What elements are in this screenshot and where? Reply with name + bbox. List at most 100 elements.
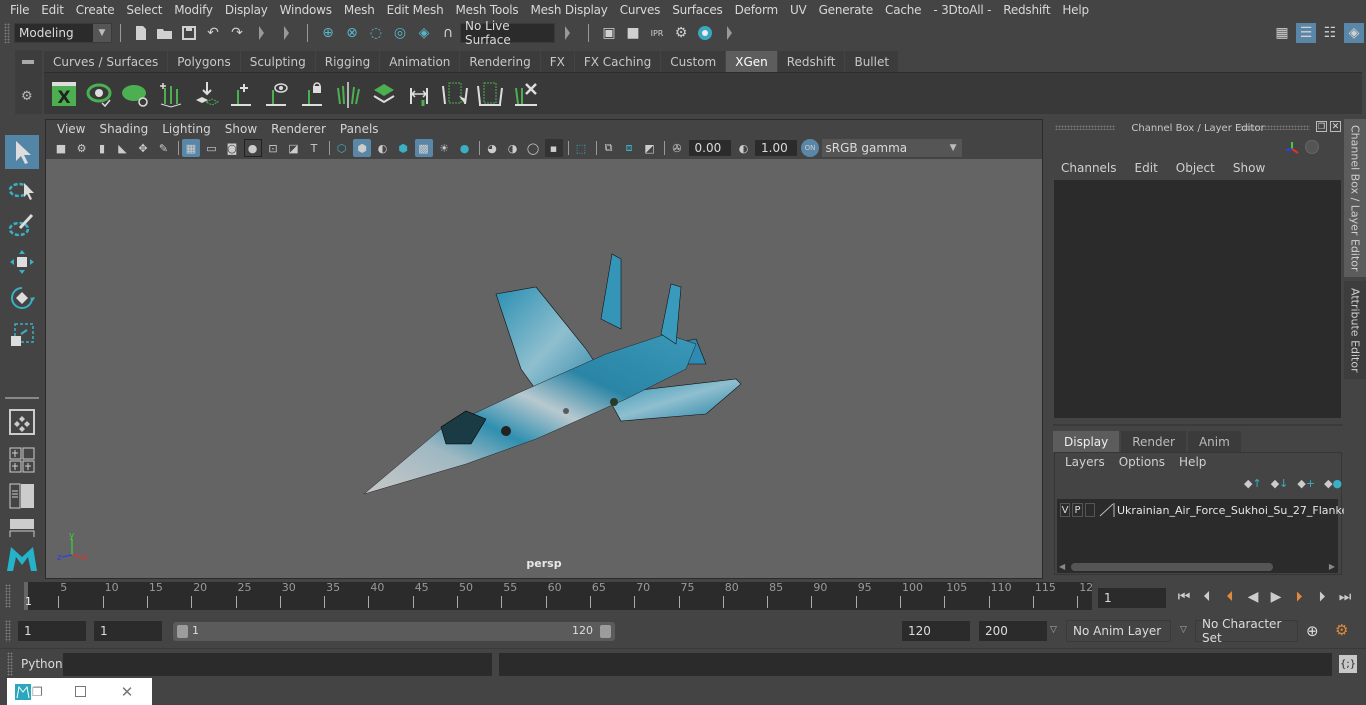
menu-mesh-display[interactable]: Mesh Display	[524, 3, 613, 17]
command-language-toggle[interactable]: Python	[21, 657, 63, 671]
scrollbar-thumb[interactable]	[1071, 563, 1273, 571]
modeling-toolkit-icon[interactable]: ▦	[1272, 23, 1292, 43]
xray-joints-icon[interactable]: ◩	[641, 139, 659, 157]
shelf-tab-animation[interactable]: Animation	[380, 51, 461, 72]
current-frame-field[interactable]: 1	[1098, 588, 1166, 608]
channel-box-list[interactable]	[1054, 180, 1341, 418]
step-back-key-icon[interactable]: ⏴	[1220, 587, 1240, 607]
menu-modify[interactable]: Modify	[168, 3, 219, 17]
menu-select[interactable]: Select	[120, 3, 168, 17]
paint-select-tool-icon[interactable]	[5, 208, 39, 242]
collapse-arrow-icon[interactable]	[727, 26, 732, 40]
sculpt-guides-icon[interactable]	[403, 78, 435, 110]
cb-menu-edit[interactable]: Edit	[1129, 161, 1164, 177]
character-set-chevron-icon[interactable]: ▽	[1180, 625, 1187, 635]
move-layer-up-icon[interactable]: ◆↑	[1244, 477, 1262, 490]
gamma-icon[interactable]: ◐	[735, 139, 753, 157]
side-tab-attribute-editor[interactable]: Attribute Editor	[1344, 281, 1366, 379]
viewport-scene[interactable]: y x z persp	[46, 159, 1042, 578]
use-all-lights-icon[interactable]: ☀	[435, 139, 453, 157]
menu-help[interactable]: Help	[1056, 3, 1095, 17]
tool-settings-icon[interactable]: ☷	[1320, 23, 1340, 43]
shelf-tab-polygons[interactable]: Polygons	[168, 51, 241, 72]
screen-space-ao-icon[interactable]: ◕	[483, 139, 501, 157]
undo-icon[interactable]: ↶	[203, 23, 223, 43]
isolate-select-icon[interactable]: ⬚	[572, 139, 590, 157]
manipulator-axes-icon[interactable]	[1284, 140, 1300, 156]
menu-display[interactable]: Display	[219, 3, 274, 17]
snap-curve-icon[interactable]: ⊗	[342, 23, 362, 43]
guide-split-icon[interactable]	[332, 78, 364, 110]
menu-deform[interactable]: Deform	[729, 3, 784, 17]
vp-menu-view[interactable]: View	[50, 122, 92, 136]
xray-active-components-icon[interactable]: ⧈	[620, 139, 638, 157]
layer-color-swatch[interactable]	[1099, 503, 1115, 517]
rotate-tool-icon[interactable]	[5, 281, 39, 315]
render-current-frame-icon[interactable]: ■	[623, 23, 643, 43]
wireframe-icon[interactable]: ⬡	[333, 139, 351, 157]
go-to-end-icon[interactable]: ⏭	[1335, 587, 1355, 607]
xray-icon[interactable]: ⧉	[600, 139, 618, 157]
shelf-tab-rendering[interactable]: Rendering	[460, 51, 541, 72]
open-scene-icon[interactable]	[155, 23, 175, 43]
command-input[interactable]	[63, 653, 492, 676]
scale-tool-icon[interactable]	[5, 318, 39, 352]
collapse-arrow-icon[interactable]	[259, 26, 264, 40]
motion-blur-icon[interactable]: ◑	[504, 139, 522, 157]
layer-row[interactable]: V P Ukrainian_Air_Force_Sukhoi_Su_27_Fla…	[1060, 502, 1358, 518]
four-view-layout-icon[interactable]	[5, 443, 39, 477]
shelf-tab-custom[interactable]: Custom	[661, 51, 727, 72]
create-guides-icon[interactable]	[155, 78, 187, 110]
auto-key-icon[interactable]: ⊕	[1306, 622, 1319, 640]
menu-file[interactable]: File	[4, 3, 35, 17]
range-grip[interactable]	[5, 620, 11, 642]
smooth-shade-icon[interactable]: ⬢	[353, 139, 371, 157]
layer-menu-layers[interactable]: Layers	[1058, 455, 1112, 469]
redo-icon[interactable]: ↷	[227, 23, 247, 43]
color-management-toggle-icon[interactable]: ON	[801, 139, 819, 157]
play-forwards-icon[interactable]: ▶	[1266, 587, 1286, 607]
exposure-field[interactable]: 0.00	[688, 140, 731, 156]
vp-menu-lighting[interactable]: Lighting	[155, 122, 218, 136]
menu-mesh[interactable]: Mesh	[338, 3, 381, 17]
cb-menu-show[interactable]: Show	[1227, 161, 1271, 177]
menu-edit-mesh[interactable]: Edit Mesh	[381, 3, 450, 17]
render-view-icon[interactable]: ▣	[599, 23, 619, 43]
restore-window-icon[interactable]: ❐	[32, 685, 43, 699]
xgen-editor-icon[interactable]: X	[48, 78, 80, 110]
menu-curves[interactable]: Curves	[614, 3, 666, 17]
safe-title-icon[interactable]: T	[305, 139, 323, 157]
camera-attributes-icon[interactable]: ⚙	[73, 139, 91, 157]
vp-menu-renderer[interactable]: Renderer	[264, 122, 333, 136]
guide-bounds-icon[interactable]	[474, 78, 506, 110]
cb-menu-object[interactable]: Object	[1170, 161, 1221, 177]
depth-of-field-icon[interactable]: ▪	[544, 139, 563, 157]
menu-mesh-tools[interactable]: Mesh Tools	[449, 3, 524, 17]
grease-pencil-icon[interactable]: ✎	[155, 139, 173, 157]
menu-edit[interactable]: Edit	[35, 3, 69, 17]
channel-box-icon[interactable]: ◈	[1344, 23, 1364, 43]
step-forward-frame-icon[interactable]: ⏵	[1312, 587, 1332, 607]
layer-visibility-toggle[interactable]: V	[1060, 503, 1070, 517]
cb-menu-channels[interactable]: Channels	[1055, 161, 1123, 177]
script-editor-icon[interactable]: {;}	[1339, 655, 1357, 673]
go-to-start-icon[interactable]: ⏮	[1174, 587, 1194, 607]
select-guides-icon[interactable]	[439, 78, 471, 110]
resolution-gate-icon[interactable]: ◙	[223, 139, 241, 157]
scroll-left-icon[interactable]: ◀	[1059, 562, 1065, 571]
gamma-field[interactable]: 1.00	[755, 140, 797, 156]
shelf-menu-icon[interactable]	[22, 60, 34, 64]
exposure-icon[interactable]: ✇	[668, 139, 686, 157]
ipr-render-icon[interactable]: IPR	[647, 23, 667, 43]
layer-tab-anim[interactable]: Anim	[1187, 431, 1241, 452]
start-time-field[interactable]: 1	[18, 621, 86, 641]
create-description-icon[interactable]	[368, 78, 400, 110]
menu-3dtoall[interactable]: - 3DtoAll -	[927, 3, 997, 17]
maximize-window-icon[interactable]	[74, 686, 86, 697]
view-transform-dropdown[interactable]: sRGB gamma ▼	[821, 139, 962, 157]
new-empty-layer-icon[interactable]: ◆+	[1297, 477, 1315, 490]
play-backwards-icon[interactable]: ◀	[1243, 587, 1263, 607]
character-set-dropdown[interactable]: No Character Set	[1195, 617, 1298, 645]
guide-visibility-icon[interactable]	[261, 78, 293, 110]
textured-icon[interactable]: ▩	[414, 139, 433, 157]
